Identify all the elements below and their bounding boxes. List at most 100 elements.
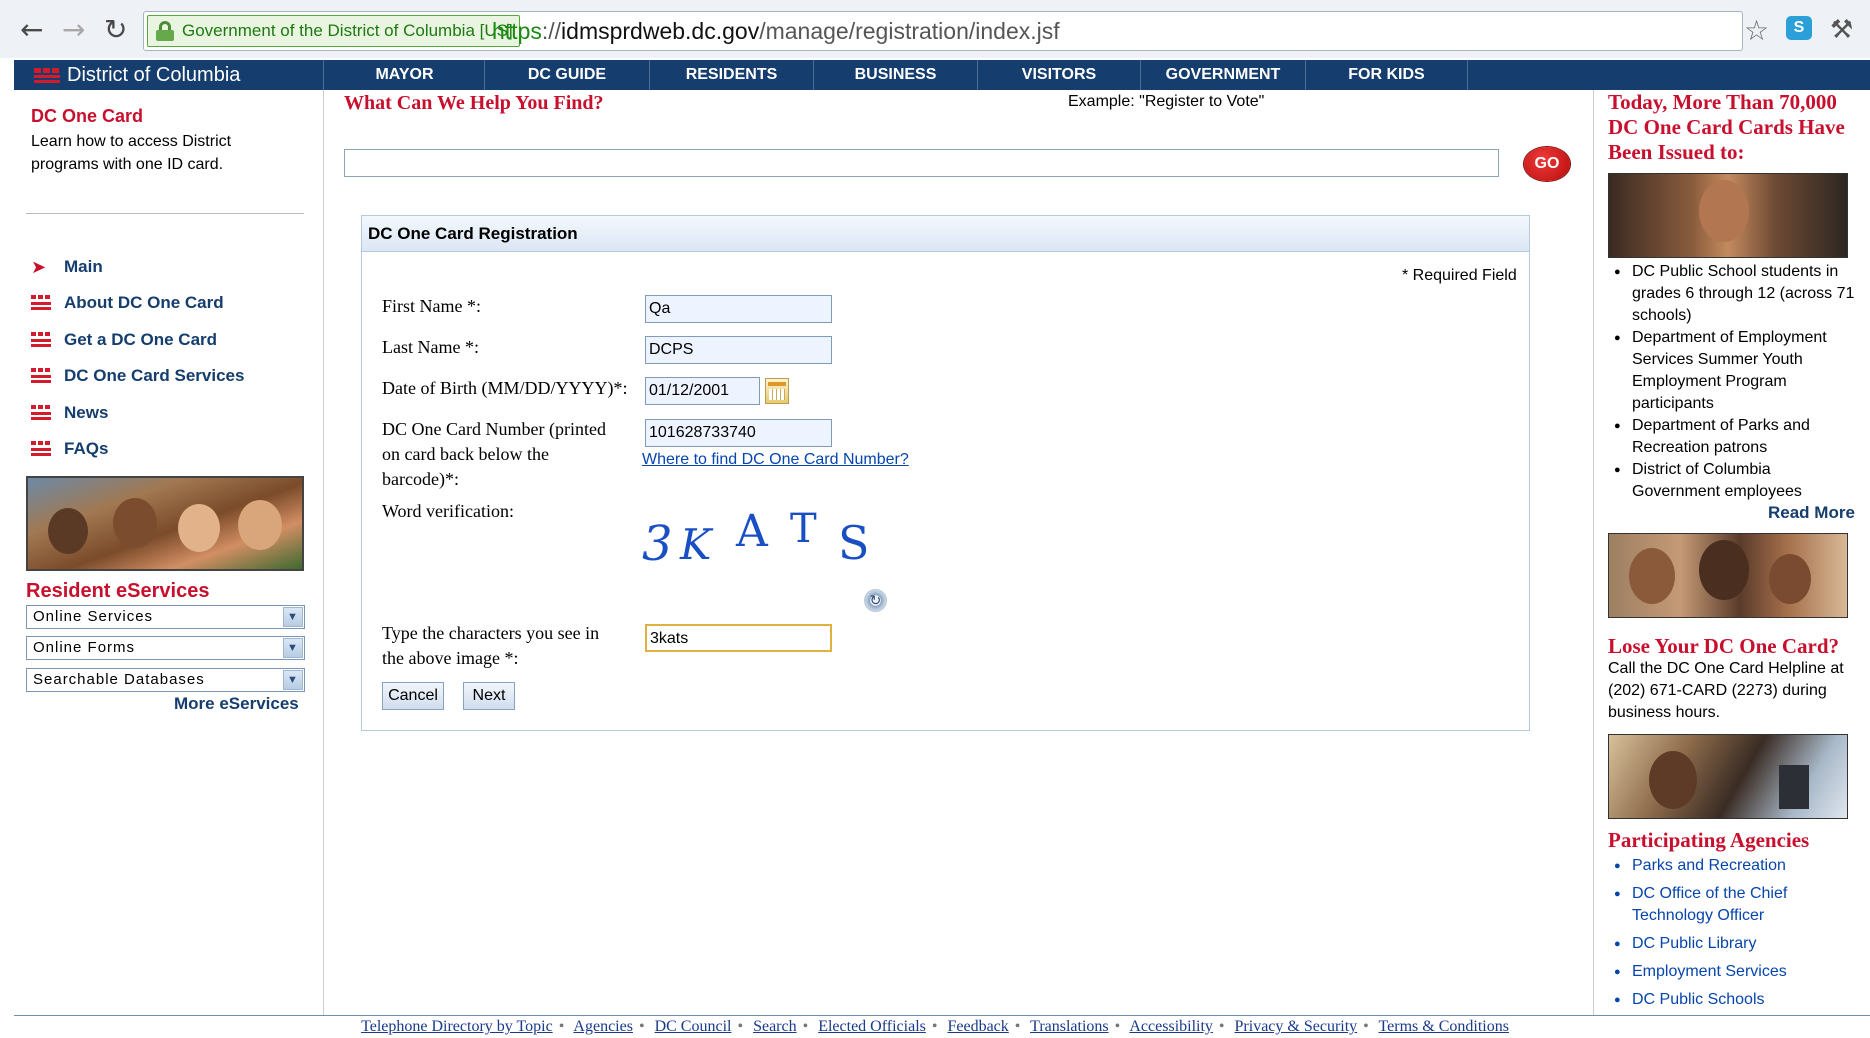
sidebar-item-about[interactable]: About DC One Card bbox=[31, 293, 224, 313]
footer-link-search[interactable]: Search bbox=[753, 1018, 797, 1035]
student-photo bbox=[1608, 173, 1848, 258]
nav-for-kids[interactable]: FOR KIDS bbox=[1306, 60, 1468, 90]
left-sidebar: DC One Card Learn how to access District… bbox=[14, 90, 324, 1015]
agency-link[interactable]: DC Public Schools bbox=[1608, 989, 1858, 1011]
footer-link-accessibility[interactable]: Accessibility bbox=[1129, 1018, 1213, 1035]
sidebar-item-faqs[interactable]: FAQs bbox=[31, 439, 108, 459]
lock-icon bbox=[156, 21, 174, 41]
dob-label: Date of Birth (MM/DD/YYYY)*: bbox=[382, 378, 628, 398]
family-photo bbox=[1608, 533, 1848, 618]
card-number-field[interactable]: 101628733740 bbox=[645, 419, 832, 447]
sidebar-item-main[interactable]: ➤ Main bbox=[31, 257, 103, 277]
list-item: Department of Employment Services Summer… bbox=[1608, 327, 1858, 415]
chevron-down-icon: ▼ bbox=[283, 607, 303, 627]
issued-list: DC Public School students in grades 6 th… bbox=[1608, 261, 1858, 503]
sidebar-item-services[interactable]: DC One Card Services bbox=[31, 366, 244, 386]
more-eservices-link[interactable]: More eServices bbox=[174, 694, 299, 714]
card-number-label-line3: barcode)*: bbox=[382, 469, 459, 489]
sidebar-item-label: DC One Card Services bbox=[64, 366, 245, 385]
nav-dc-guide[interactable]: DC GUIDE bbox=[485, 60, 650, 90]
list-item: District of Columbia Government employee… bbox=[1608, 459, 1858, 503]
agency-link[interactable]: Employment Services bbox=[1608, 961, 1858, 983]
wrench-icon[interactable]: ⚒ bbox=[1830, 14, 1853, 45]
nav-government[interactable]: GOVERNMENT bbox=[1141, 60, 1306, 90]
card-number-label-line1: DC One Card Number (printed bbox=[382, 419, 606, 439]
refresh-captcha-icon[interactable]: ↻ bbox=[864, 589, 887, 612]
address-bar[interactable]: Government of the District of Columbia [… bbox=[143, 11, 1743, 51]
sidebar-divider bbox=[26, 213, 304, 214]
agency-link[interactable]: DC Office of the Chief Technology Office… bbox=[1608, 883, 1858, 927]
dc-flag-icon bbox=[31, 405, 51, 421]
ev-certificate-badge[interactable]: Government of the District of Columbia [… bbox=[147, 15, 520, 47]
chevron-down-icon: ▼ bbox=[283, 638, 303, 658]
footer-link-feedback[interactable]: Feedback bbox=[947, 1018, 1008, 1035]
go-button[interactable]: GO bbox=[1524, 147, 1570, 181]
dc-flag-icon bbox=[34, 68, 60, 84]
agency-link[interactable]: Parks and Recreation bbox=[1608, 855, 1858, 877]
list-item: DC Public School students in grades 6 th… bbox=[1608, 261, 1858, 327]
sidebar-item-label: Get a DC One Card bbox=[64, 330, 218, 349]
nav-mayor[interactable]: MAYOR bbox=[325, 60, 485, 90]
panel-title: DC One Card Registration bbox=[362, 216, 1529, 252]
online-services-select[interactable]: Online Services ▼ bbox=[26, 605, 305, 629]
searchable-databases-select[interactable]: Searchable Databases ▼ bbox=[26, 668, 305, 692]
nav-business[interactable]: BUSINESS bbox=[814, 60, 978, 90]
bookmark-star-icon[interactable]: ☆ bbox=[1744, 14, 1769, 47]
dob-field[interactable]: 01/12/2001 bbox=[645, 377, 760, 405]
footer-link-telephone-directory[interactable]: Telephone Directory by Topic bbox=[361, 1018, 553, 1035]
first-name-field[interactable]: Qa bbox=[645, 295, 832, 323]
search-heading: What Can We Help You Find? bbox=[344, 92, 604, 114]
footer-links: Telephone Directory by Topic • Agencies • … bbox=[361, 1018, 1509, 1035]
eservices-title: Resident eServices bbox=[26, 580, 210, 602]
last-name-field[interactable]: DCPS bbox=[645, 336, 832, 364]
url-text[interactable]: https://idmsprdweb.dc.gov/manage/registr… bbox=[492, 18, 1060, 45]
list-item: Department of Parks and Recreation patro… bbox=[1608, 415, 1858, 459]
brand-label: District of Columbia bbox=[67, 64, 241, 86]
word-verification-label: Word verification: bbox=[382, 501, 515, 521]
sidebar-item-label: Main bbox=[64, 257, 103, 276]
search-example: Example: "Register to Vote" bbox=[1068, 93, 1265, 110]
online-forms-select[interactable]: Online Forms ▼ bbox=[26, 636, 305, 660]
dc-flag-icon bbox=[31, 368, 51, 384]
agencies-title: Participating Agencies bbox=[1608, 828, 1810, 852]
footer-link-agencies[interactable]: Agencies bbox=[573, 1018, 633, 1035]
cancel-button[interactable]: Cancel bbox=[382, 682, 444, 710]
extension-icon[interactable]: S bbox=[1786, 16, 1812, 40]
nav-residents[interactable]: RESIDENTS bbox=[650, 60, 814, 90]
read-more-link[interactable]: Read More bbox=[1768, 503, 1855, 523]
library-photo bbox=[1608, 734, 1848, 819]
calendar-icon[interactable] bbox=[765, 378, 789, 404]
back-arrow-icon[interactable]: ← bbox=[20, 13, 43, 46]
sidebar-item-label: FAQs bbox=[64, 439, 109, 458]
card-number-label-line2: on card back below the bbox=[382, 444, 549, 464]
reload-icon[interactable]: ↻ bbox=[104, 13, 127, 46]
sidebar-item-news[interactable]: News bbox=[31, 403, 108, 423]
site-search-input[interactable] bbox=[344, 149, 1499, 177]
captcha-response-field[interactable]: 3kats bbox=[645, 624, 832, 652]
nav-visitors[interactable]: VISITORS bbox=[978, 60, 1141, 90]
agencies-list: Parks and Recreation DC Office of the Ch… bbox=[1608, 855, 1858, 1017]
ev-certificate-label: Government of the District of Columbia [… bbox=[182, 21, 513, 40]
footer-link-terms[interactable]: Terms & Conditions bbox=[1379, 1018, 1509, 1035]
sidebar-item-label: News bbox=[64, 403, 109, 422]
dc-flag-icon bbox=[31, 441, 51, 457]
chevron-down-icon: ▼ bbox=[283, 670, 303, 690]
browser-toolbar: ← → ↻ Government of the District of Colu… bbox=[0, 0, 1870, 58]
required-field-note: * Required Field bbox=[1402, 267, 1517, 284]
footer-link-dc-council[interactable]: DC Council bbox=[655, 1018, 732, 1035]
forward-arrow-icon[interactable]: → bbox=[62, 13, 85, 46]
lose-card-text: Call the DC One Card Helpline at (202) 6… bbox=[1608, 660, 1844, 721]
next-button[interactable]: Next bbox=[463, 682, 515, 710]
footer-link-privacy[interactable]: Privacy & Security bbox=[1235, 1018, 1358, 1035]
site-brand[interactable]: District of Columbia bbox=[14, 60, 324, 90]
right-sidebar: Today, More Than 70,000 DC One Card Card… bbox=[1593, 90, 1870, 1015]
agency-link[interactable]: DC Public Library bbox=[1608, 933, 1858, 955]
dc-flag-icon bbox=[31, 295, 51, 311]
issued-headline: Today, More Than 70,000 DC One Card Card… bbox=[1608, 90, 1845, 164]
footer-link-elected-officials[interactable]: Elected Officials bbox=[818, 1018, 926, 1035]
type-characters-label-line2: the above image *: bbox=[382, 648, 519, 668]
dc-flag-icon bbox=[31, 332, 51, 348]
footer-link-translations[interactable]: Translations bbox=[1030, 1018, 1109, 1035]
sidebar-item-get-card[interactable]: Get a DC One Card bbox=[31, 330, 217, 350]
card-number-help-link[interactable]: Where to find DC One Card Number? bbox=[642, 451, 909, 469]
